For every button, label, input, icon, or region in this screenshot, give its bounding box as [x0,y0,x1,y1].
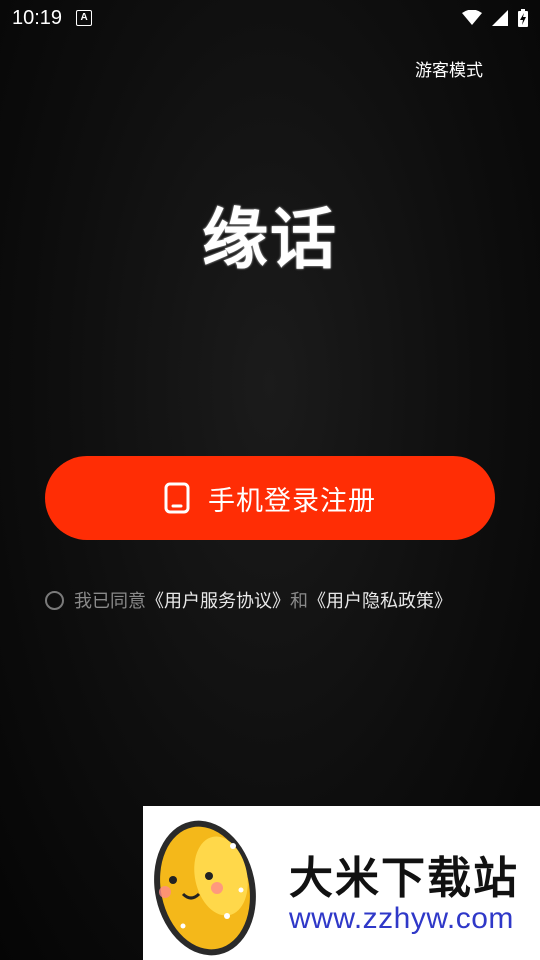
watermark-url: www.zzhyw.com [289,902,514,935]
status-left: 10:19 A [12,6,93,30]
login-button-label: 手机登录注册 [208,485,376,517]
agreement-conjunction: 和 [290,591,308,612]
agree-checkbox[interactable] [45,590,64,610]
signal-icon [492,10,508,26]
watermark-banner: 大米下载站 www.zzhyw.com [143,806,540,960]
agreement-prefix: 我已同意 [74,591,146,612]
app-logo: 缘话 [202,201,338,278]
phone-icon [164,482,190,514]
status-right [462,9,528,27]
phone-login-button[interactable]: 手机登录注册 [45,456,495,540]
a-icon: A [76,10,93,26]
status-time: 10:19 [12,6,63,29]
status-bar: 10:19 A [0,0,540,36]
guest-mode-button[interactable]: 游客模式 [415,56,483,81]
privacy-policy-link[interactable]: 《用户隐私政策》 [308,587,452,613]
agreement-row: 我已同意 《用户服务协议》 和 《用户隐私政策》 [45,587,452,613]
rice-mascot-icon [154,820,256,956]
battery-icon [518,9,528,27]
wifi-icon [462,10,482,25]
user-agreement-link[interactable]: 《用户服务协议》 [146,587,290,613]
watermark-title: 大米下载站 [289,853,519,904]
